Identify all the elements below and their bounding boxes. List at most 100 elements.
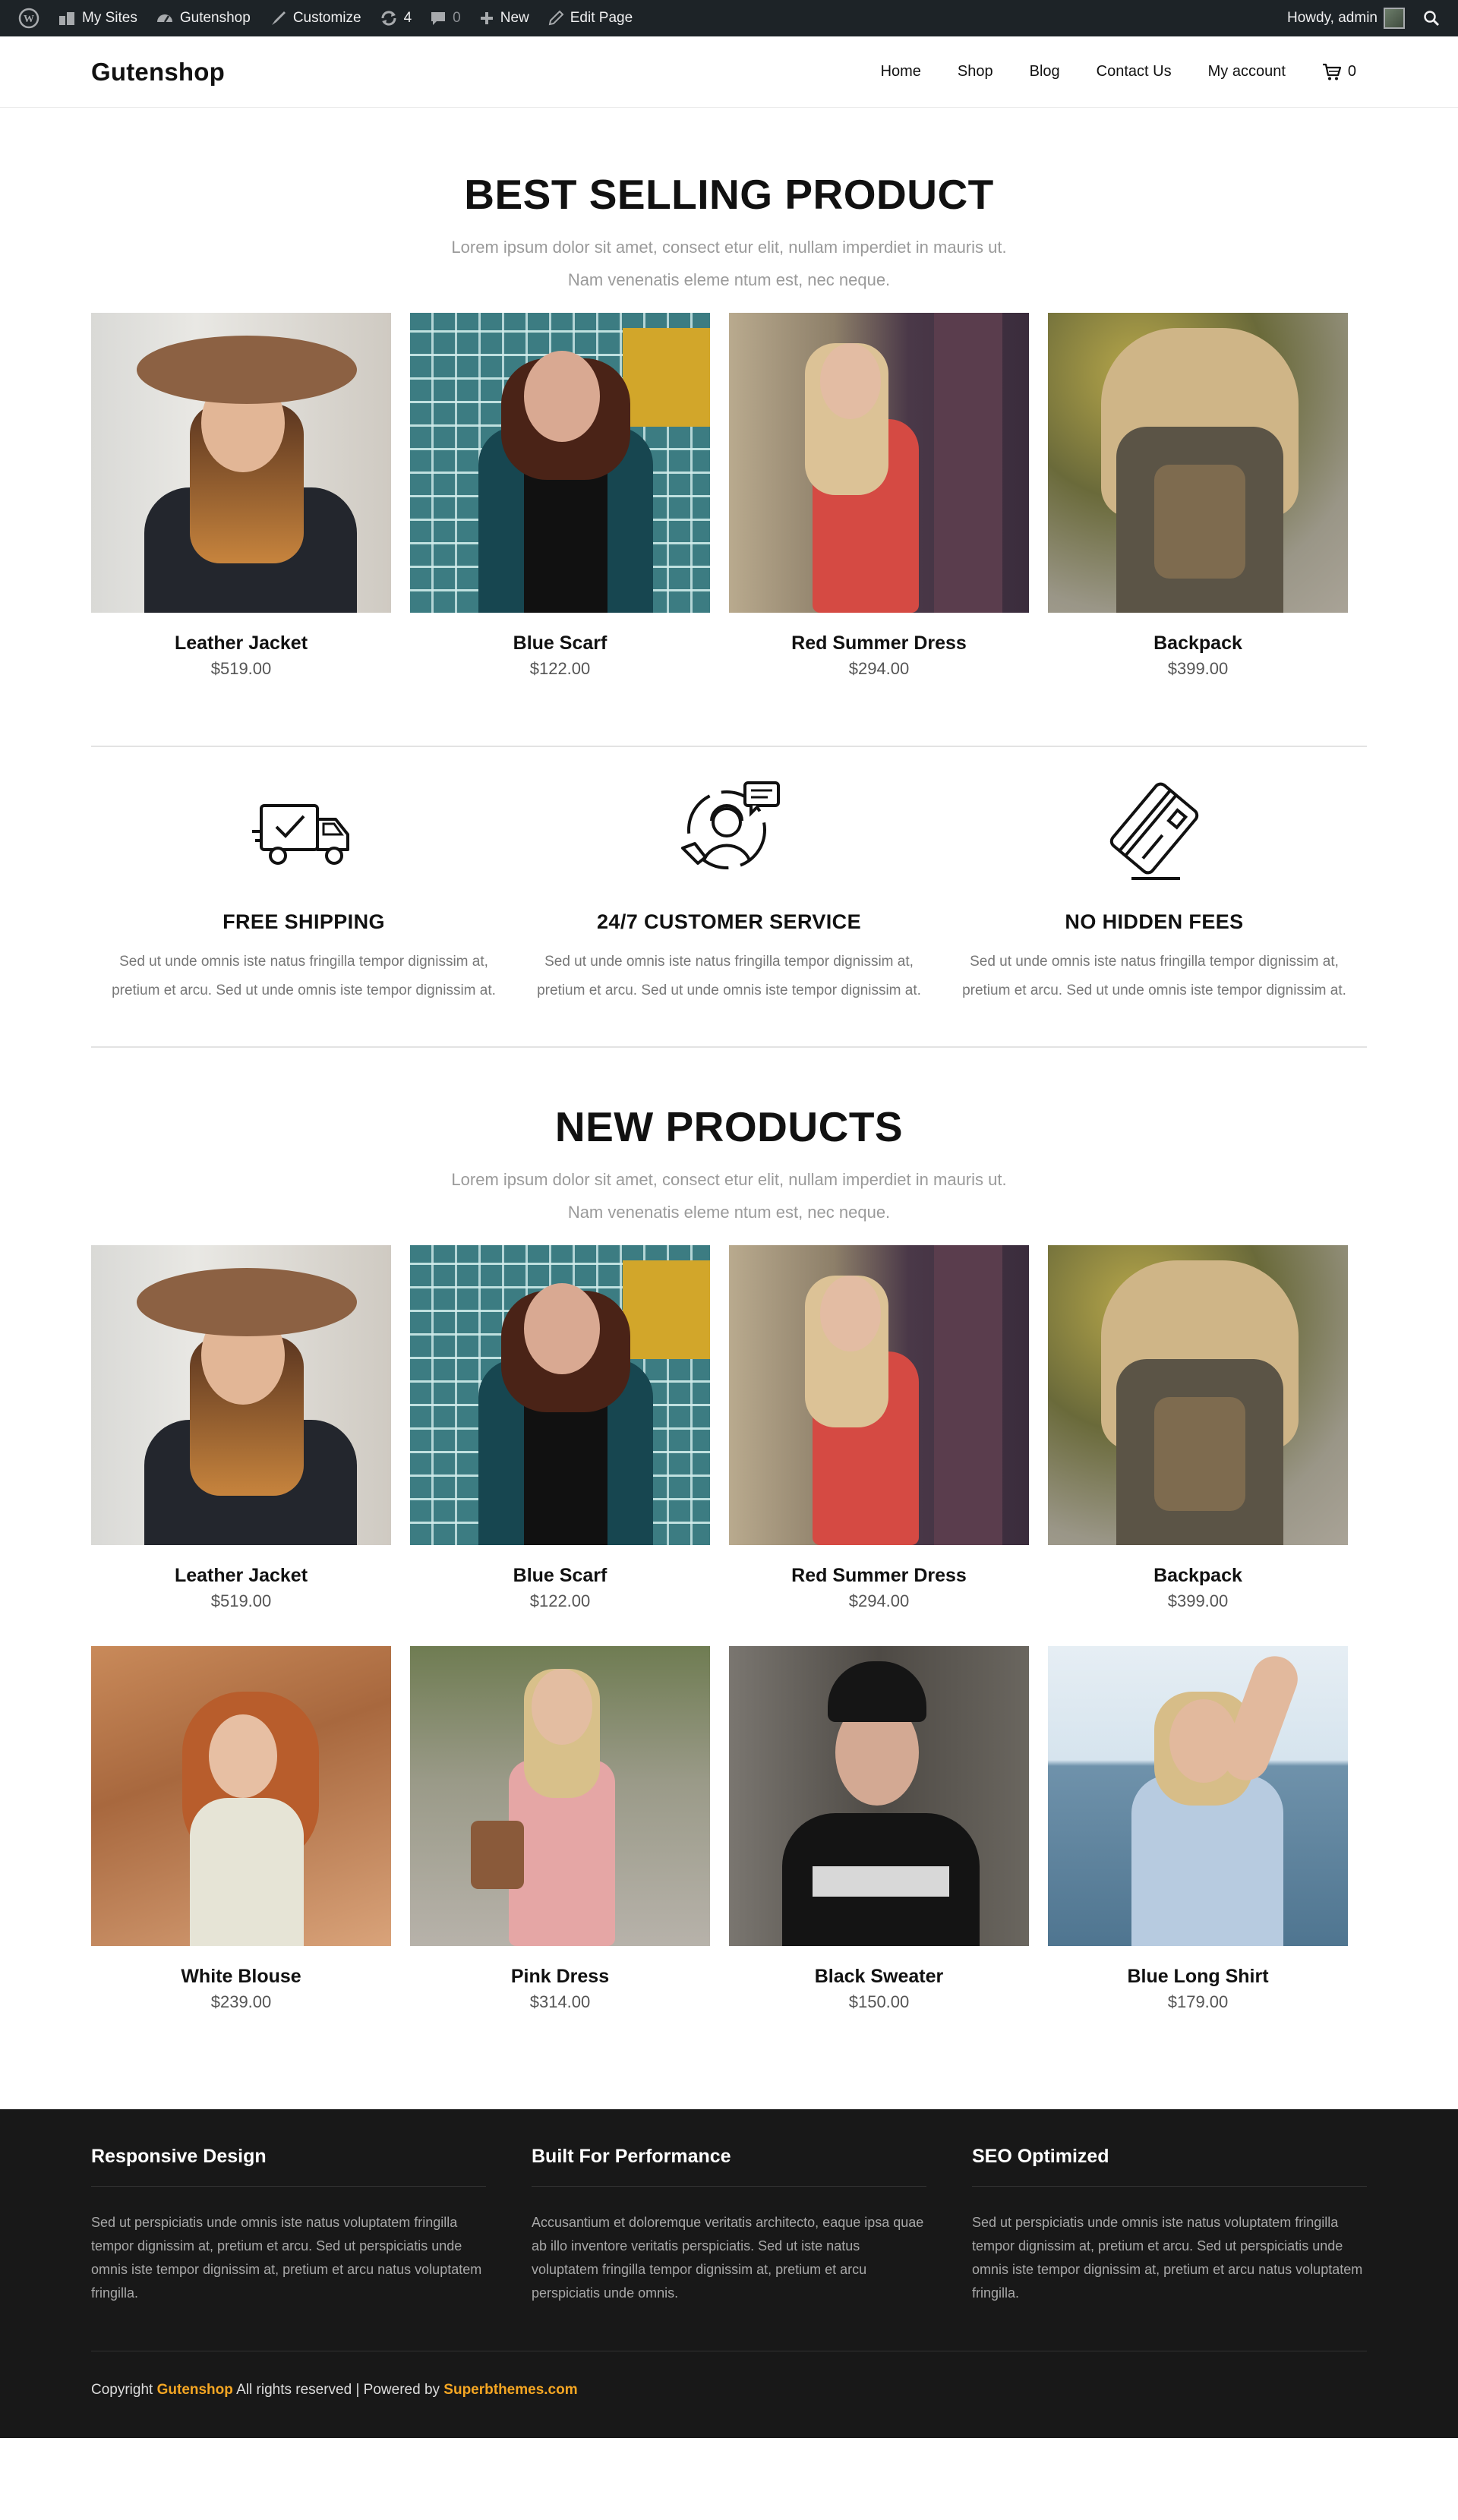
comment-icon	[431, 12, 446, 25]
footer-column: Responsive Design Sed ut perspiciatis un…	[91, 2146, 486, 2305]
site-name-menu[interactable]: Gutenshop	[147, 0, 260, 36]
nav-contact-us[interactable]: Contact Us	[1097, 63, 1172, 80]
customize-link[interactable]: Customize	[260, 0, 371, 36]
feature-title: NO HIDDEN FEES	[1065, 910, 1244, 933]
product-image-backpack[interactable]	[1048, 1245, 1348, 1545]
product-card[interactable]: Red Summer Dress $294.00	[729, 1245, 1029, 1611]
product-price: $519.00	[210, 1591, 272, 1610]
product-image-white-blouse[interactable]	[91, 1646, 391, 1946]
product-card[interactable]: Blue Long Shirt $179.00	[1048, 1646, 1348, 2012]
copyright-bar: Copyright Gutenshop All rights reserved …	[91, 2351, 1367, 2399]
edit-page-link[interactable]: Edit Page	[538, 0, 642, 36]
product-card[interactable]: Leather Jacket $519.00	[91, 313, 391, 679]
product-title[interactable]: Red Summer Dress	[729, 632, 1029, 654]
product-image-red-summer-dress[interactable]	[729, 313, 1029, 613]
product-card[interactable]: Black Sweater $150.00	[729, 1646, 1029, 2012]
footer-column-text: Sed ut perspiciatis unde omnis iste natu…	[91, 2215, 482, 2301]
admin-bar: W My Sites Gutenshop Customize 4 0 New E…	[0, 0, 1458, 36]
feature-text: Sed ut unde omnis iste natus fringilla t…	[112, 954, 496, 998]
new-products-title: NEW PRODUCTS	[554, 1103, 904, 1150]
updates-icon	[381, 11, 396, 26]
best-selling-subtitle: Lorem ipsum dolor sit amet, consect etur…	[91, 231, 1367, 296]
footer-columns: Responsive Design Sed ut perspiciatis un…	[91, 2146, 1367, 2305]
updates-count: 4	[403, 10, 412, 26]
search-icon	[1424, 11, 1440, 27]
product-price: $314.00	[529, 1992, 591, 2011]
product-card[interactable]: Backpack $399.00	[1048, 313, 1348, 679]
product-price: $294.00	[848, 659, 910, 678]
plus-icon	[480, 12, 493, 24]
comments-link[interactable]: 0	[421, 0, 470, 36]
product-card[interactable]: Pink Dress $314.00	[410, 1646, 710, 2012]
product-price: $519.00	[210, 659, 272, 678]
account-menu[interactable]: Howdy, admin	[1278, 0, 1414, 36]
nav-shop[interactable]: Shop	[958, 63, 993, 80]
product-image-black-sweater[interactable]	[729, 1646, 1029, 1946]
product-price: $179.00	[1167, 1992, 1229, 2011]
dashboard-icon	[156, 14, 172, 23]
site-logo[interactable]: Gutenshop	[91, 58, 225, 87]
product-image-leather-jacket[interactable]	[91, 313, 391, 613]
product-image-blue-scarf[interactable]	[410, 313, 710, 613]
product-image-backpack[interactable]	[1048, 313, 1348, 613]
site-name-label: Gutenshop	[179, 10, 251, 26]
product-title[interactable]: Black Sweater	[729, 1966, 1029, 1988]
powered-by-link[interactable]: Superbthemes.com	[443, 2382, 577, 2398]
product-card[interactable]: Leather Jacket $519.00	[91, 1245, 391, 1611]
product-price: $122.00	[529, 1591, 591, 1610]
product-price: $122.00	[529, 659, 591, 678]
product-price: $294.00	[848, 1591, 910, 1610]
copyright-site-link[interactable]: Gutenshop	[157, 2382, 233, 2398]
nav-blog[interactable]: Blog	[1030, 63, 1060, 80]
product-image-red-summer-dress[interactable]	[729, 1245, 1029, 1545]
product-price: $239.00	[210, 1992, 272, 2011]
product-title[interactable]: White Blouse	[91, 1966, 391, 1988]
best-selling-section: BEST SELLING PRODUCT Lorem ipsum dolor s…	[0, 108, 1458, 679]
site-footer: Responsive Design Sed ut perspiciatis un…	[0, 2109, 1458, 2438]
product-title[interactable]: Leather Jacket	[91, 1565, 391, 1587]
product-card[interactable]: Blue Scarf $122.00	[410, 1245, 710, 1611]
new-products-subtitle: Lorem ipsum dolor sit amet, consect etur…	[91, 1163, 1367, 1228]
admin-search-button[interactable]	[1414, 0, 1449, 36]
product-title[interactable]: Leather Jacket	[91, 632, 391, 654]
nav-my-account[interactable]: My account	[1208, 63, 1286, 80]
product-title[interactable]: Red Summer Dress	[729, 1565, 1029, 1587]
my-sites-menu[interactable]: My Sites	[49, 0, 147, 36]
credit-card-icon	[1109, 782, 1199, 880]
product-card[interactable]: Backpack $399.00	[1048, 1245, 1348, 1611]
footer-column-title: Responsive Design	[91, 2146, 486, 2187]
footer-column: Built For Performance Accusantium et dol…	[532, 2146, 926, 2305]
footer-column-text: Accusantium et doloremque veritatis arch…	[532, 2215, 924, 2301]
product-image-pink-dress[interactable]	[410, 1646, 710, 1946]
cart-button[interactable]: 0	[1322, 63, 1356, 81]
updates-link[interactable]: 4	[371, 0, 421, 36]
product-title[interactable]: Pink Dress	[410, 1966, 710, 1988]
product-card[interactable]: White Blouse $239.00	[91, 1646, 391, 2012]
wordpress-logo-button[interactable]: W	[9, 0, 49, 36]
shopping-cart-icon	[1322, 63, 1341, 80]
new-products-subtitle-line1: Lorem ipsum dolor sit amet, consect etur…	[451, 1170, 1007, 1189]
product-card[interactable]: Red Summer Dress $294.00	[729, 313, 1029, 679]
product-title[interactable]: Blue Scarf	[410, 632, 710, 654]
edit-page-label: Edit Page	[570, 10, 633, 26]
new-products-section: NEW PRODUCTS Lorem ipsum dolor sit amet,…	[0, 1048, 1458, 2012]
product-image-leather-jacket[interactable]	[91, 1245, 391, 1545]
howdy-label: Howdy, admin	[1287, 10, 1378, 26]
nav-home[interactable]: Home	[881, 63, 921, 80]
product-title[interactable]: Blue Scarf	[410, 1565, 710, 1587]
feature-title: 24/7 CUSTOMER SERVICE	[596, 910, 861, 933]
product-title[interactable]: Blue Long Shirt	[1048, 1966, 1348, 1988]
copyright-prefix: Copyright	[91, 2382, 153, 2398]
best-selling-title: BEST SELLING PRODUCT	[464, 171, 994, 218]
new-products-grid-row1: Leather Jacket $519.00 Blue Scarf $122.0…	[91, 1245, 1367, 1611]
product-card[interactable]: Blue Scarf $122.00	[410, 313, 710, 679]
new-products-subtitle-line2: Nam venenatis eleme ntum est, nec neque.	[567, 1203, 891, 1222]
product-title[interactable]: Backpack	[1048, 1565, 1348, 1587]
footer-column-text: Sed ut perspiciatis unde omnis iste natu…	[972, 2215, 1363, 2301]
best-selling-subtitle-line1: Lorem ipsum dolor sit amet, consect etur…	[451, 238, 1007, 257]
product-image-blue-long-shirt[interactable]	[1048, 1646, 1348, 1946]
product-title[interactable]: Backpack	[1048, 632, 1348, 654]
features-section: FREE SHIPPING Sed ut unde omnis iste nat…	[0, 747, 1458, 1005]
product-image-blue-scarf[interactable]	[410, 1245, 710, 1545]
new-content-menu[interactable]: New	[470, 0, 538, 36]
